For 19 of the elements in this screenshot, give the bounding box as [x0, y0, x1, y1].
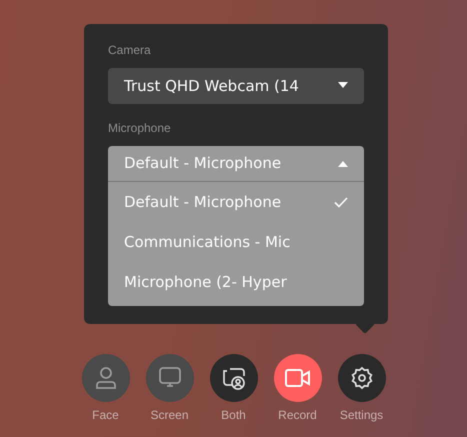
- button-label: Both: [221, 408, 246, 422]
- person-icon: [94, 366, 116, 390]
- device-select[interactable]: Default - Microphone: [108, 146, 364, 182]
- screen-button[interactable]: [146, 354, 194, 402]
- screen-person-icon: [222, 366, 246, 390]
- button-label: Face: [92, 408, 119, 422]
- button-label: Record: [278, 408, 317, 422]
- monitor-icon: [158, 366, 182, 390]
- field-label: Microphone: [108, 120, 172, 136]
- both-button[interactable]: [210, 354, 258, 402]
- field-label: Camera: [108, 42, 152, 58]
- video-camera-icon: [284, 368, 310, 388]
- face-button[interactable]: [82, 354, 130, 402]
- device-select[interactable]: Trust QHD Webcam (14: [108, 68, 364, 104]
- button-label: Settings: [340, 408, 384, 422]
- button-label: Screen: [150, 408, 189, 422]
- record-button[interactable]: [274, 354, 322, 402]
- settings-icon: [350, 366, 374, 390]
- settings-button[interactable]: [338, 354, 386, 402]
